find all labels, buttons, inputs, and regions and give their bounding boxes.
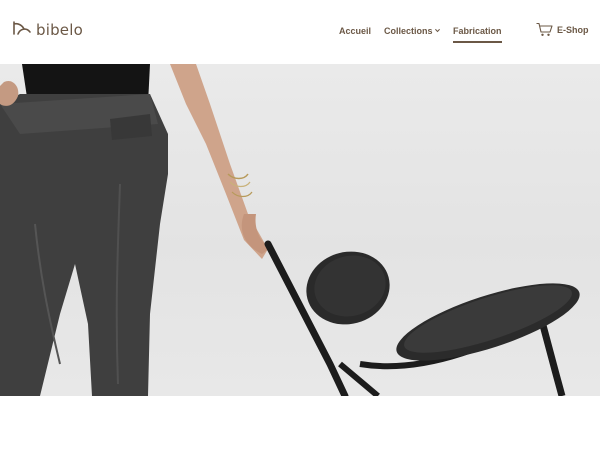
nav-item-fabrication[interactable]: Fabrication <box>453 26 502 43</box>
hero-photo <box>0 64 580 396</box>
cart-icon <box>536 22 553 36</box>
hero-image <box>0 64 600 396</box>
nav-item-accueil[interactable]: Accueil <box>339 26 371 36</box>
site-header: bibelo Accueil Collections Fabrication E… <box>0 0 600 64</box>
chevron-down-icon <box>434 28 440 33</box>
main-nav: Accueil Collections Fabrication <box>0 26 600 46</box>
nav-item-collections[interactable]: Collections <box>384 26 440 36</box>
eshop-link[interactable]: E-Shop <box>536 22 589 37</box>
nav-item-collections-label: Collections <box>384 26 433 36</box>
content-area <box>0 396 600 450</box>
eshop-label: E-Shop <box>557 24 589 35</box>
